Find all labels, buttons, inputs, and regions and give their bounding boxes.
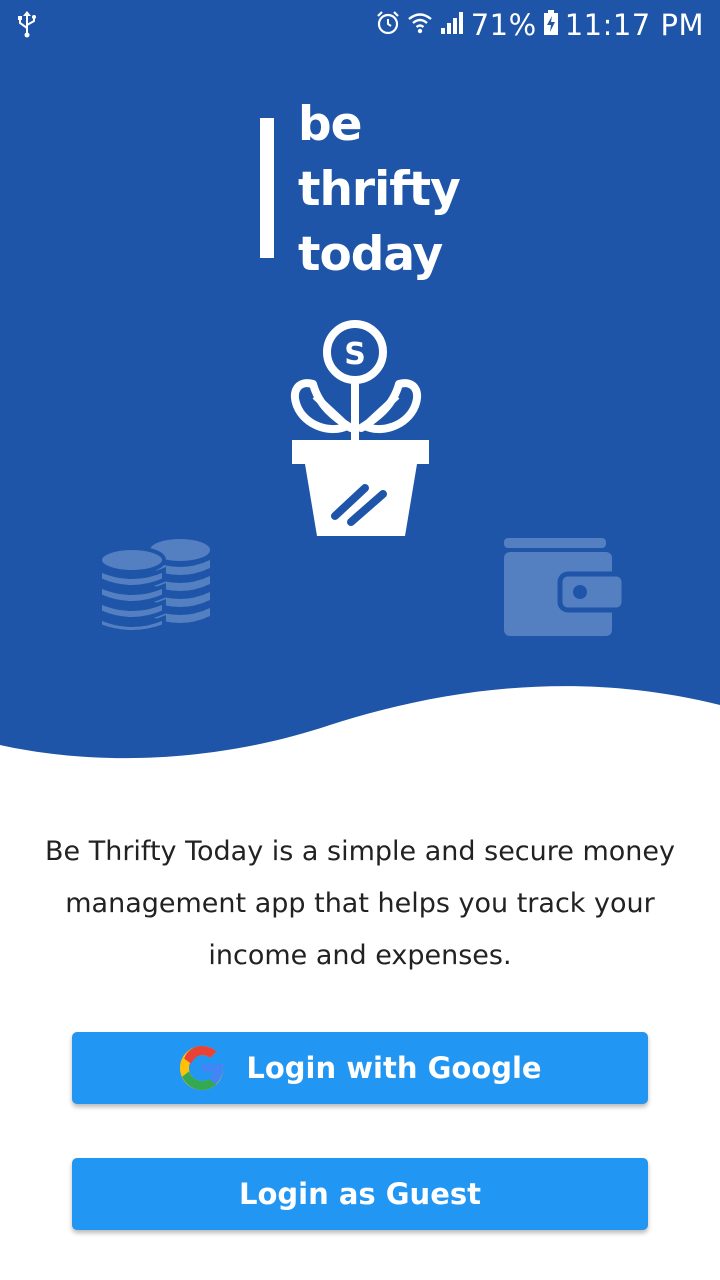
logo-bar (260, 118, 274, 258)
logo-line-2: thrifty (298, 162, 461, 217)
wallet-icon (502, 536, 627, 640)
login-with-google-button[interactable]: Login with Google (72, 1032, 648, 1104)
coin-stack-icon (98, 536, 214, 642)
logo-line-3: today (298, 227, 443, 282)
battery-percent: 71% (470, 8, 537, 42)
logo-line-1: be (298, 97, 363, 152)
signal-icon (439, 10, 465, 40)
wifi-icon (407, 10, 433, 40)
status-bar: 71% 11:17 PM (0, 0, 720, 50)
alarm-icon (375, 10, 401, 40)
login-as-guest-label: Login as Guest (238, 1177, 481, 1211)
login-as-guest-button[interactable]: Login as Guest (72, 1158, 648, 1230)
login-with-google-label: Login with Google (246, 1051, 542, 1085)
usb-icon (16, 10, 38, 42)
app-description: Be Thrifty Today is a simple and secure … (45, 836, 675, 971)
battery-charging-icon (543, 10, 559, 40)
svg-text:S: S (344, 337, 366, 372)
money-plant-icon: S (285, 318, 435, 544)
logo-text: be thrifty today (298, 92, 461, 287)
google-icon (178, 1044, 226, 1092)
clock: 11:17 PM (564, 8, 704, 42)
